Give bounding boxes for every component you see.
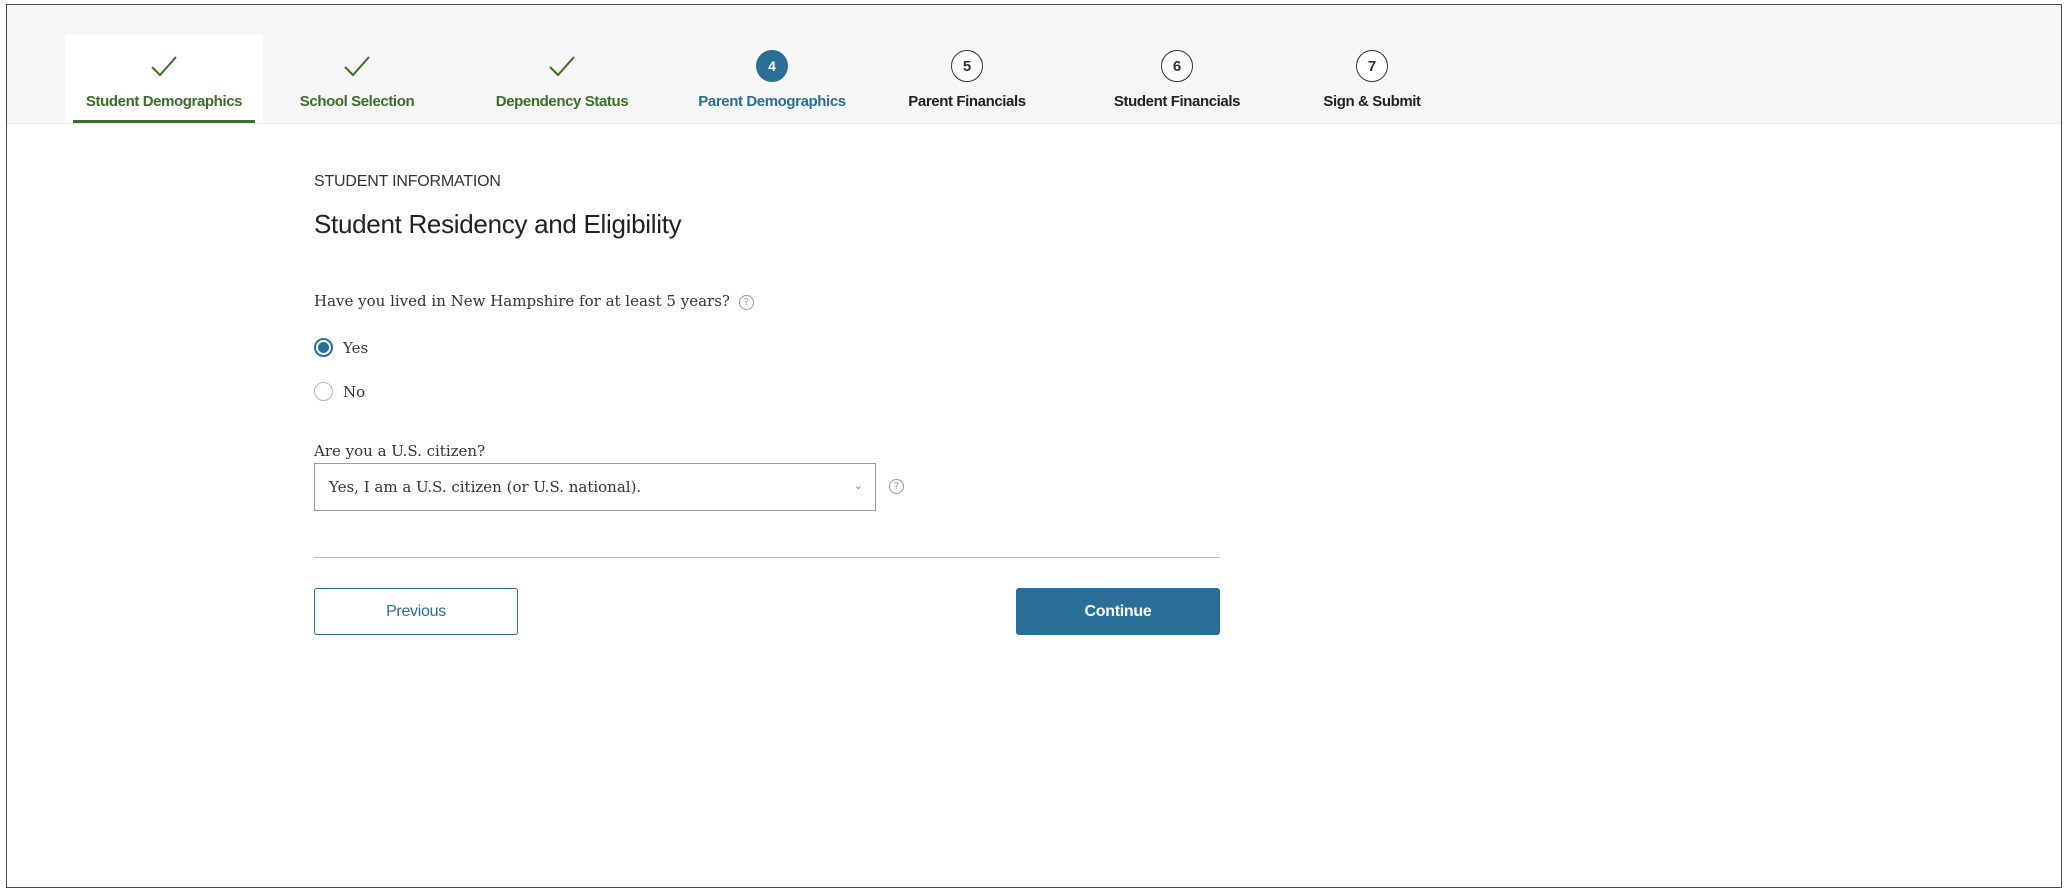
section-eyebrow: STUDENT INFORMATION	[314, 173, 501, 190]
step-parent-demographics[interactable]: 4 Parent Demographics	[675, 35, 869, 123]
step-label: School Selection	[299, 93, 415, 110]
step-label: Sign & Submit	[1323, 93, 1421, 110]
residency-question-text: Have you lived in New Hampshire for at l…	[314, 292, 730, 310]
step-student-demographics[interactable]: Student Demographics	[65, 35, 263, 123]
citizen-select-value: Yes, I am a U.S. citizen (or U.S. nation…	[329, 478, 642, 496]
step-label: Student Demographics	[85, 93, 243, 110]
step-number-badge: 7	[1356, 50, 1388, 82]
step-label: Dependency Status	[495, 93, 629, 110]
step-label: Parent Financials	[908, 93, 1026, 110]
step-marker: 6	[1160, 49, 1194, 83]
step-number-badge: 5	[951, 50, 983, 82]
step-marker: 5	[950, 49, 984, 83]
citizen-select[interactable]: Yes, I am a U.S. citizen (or U.S. nation…	[314, 463, 876, 511]
page-title: Student Residency and Eligibility	[314, 209, 682, 239]
residency-option-yes[interactable]: Yes	[314, 338, 368, 357]
application-frame: Student Demographics School Selection De…	[6, 4, 2062, 888]
step-number-badge: 6	[1161, 50, 1193, 82]
chevron-down-icon: ⌄	[853, 479, 863, 492]
check-icon	[545, 49, 579, 83]
step-marker: 4	[755, 49, 789, 83]
divider	[314, 557, 1220, 558]
previous-button[interactable]: Previous	[314, 588, 518, 635]
check-icon	[147, 49, 181, 83]
step-sign-submit[interactable]: 7 Sign & Submit	[1307, 35, 1437, 123]
step-school-selection[interactable]: School Selection	[272, 35, 442, 123]
step-student-financials[interactable]: 6 Student Financials	[1092, 35, 1262, 123]
progress-stepper: Student Demographics School Selection De…	[7, 5, 2061, 124]
step-dependency-status[interactable]: Dependency Status	[472, 35, 652, 123]
step-marker: 7	[1355, 49, 1389, 83]
step-label: Parent Demographics	[698, 93, 846, 110]
step-parent-financials[interactable]: 5 Parent Financials	[887, 35, 1047, 123]
residency-question: Have you lived in New Hampshire for at l…	[314, 292, 754, 310]
radio-label: No	[343, 382, 366, 401]
active-step-underline	[73, 120, 255, 123]
step-label: Student Financials	[1113, 93, 1241, 110]
radio-button[interactable]	[314, 382, 333, 401]
radio-label: Yes	[343, 338, 369, 357]
radio-button-selected[interactable]	[314, 338, 333, 357]
step-number-badge: 4	[756, 50, 788, 82]
continue-button[interactable]: Continue	[1016, 588, 1220, 635]
help-icon[interactable]: ?	[738, 294, 754, 310]
help-icon[interactable]: ?	[889, 479, 904, 494]
citizen-question: Are you a U.S. citizen?	[314, 442, 486, 460]
residency-option-no[interactable]: No	[314, 382, 365, 401]
check-icon	[340, 49, 374, 83]
